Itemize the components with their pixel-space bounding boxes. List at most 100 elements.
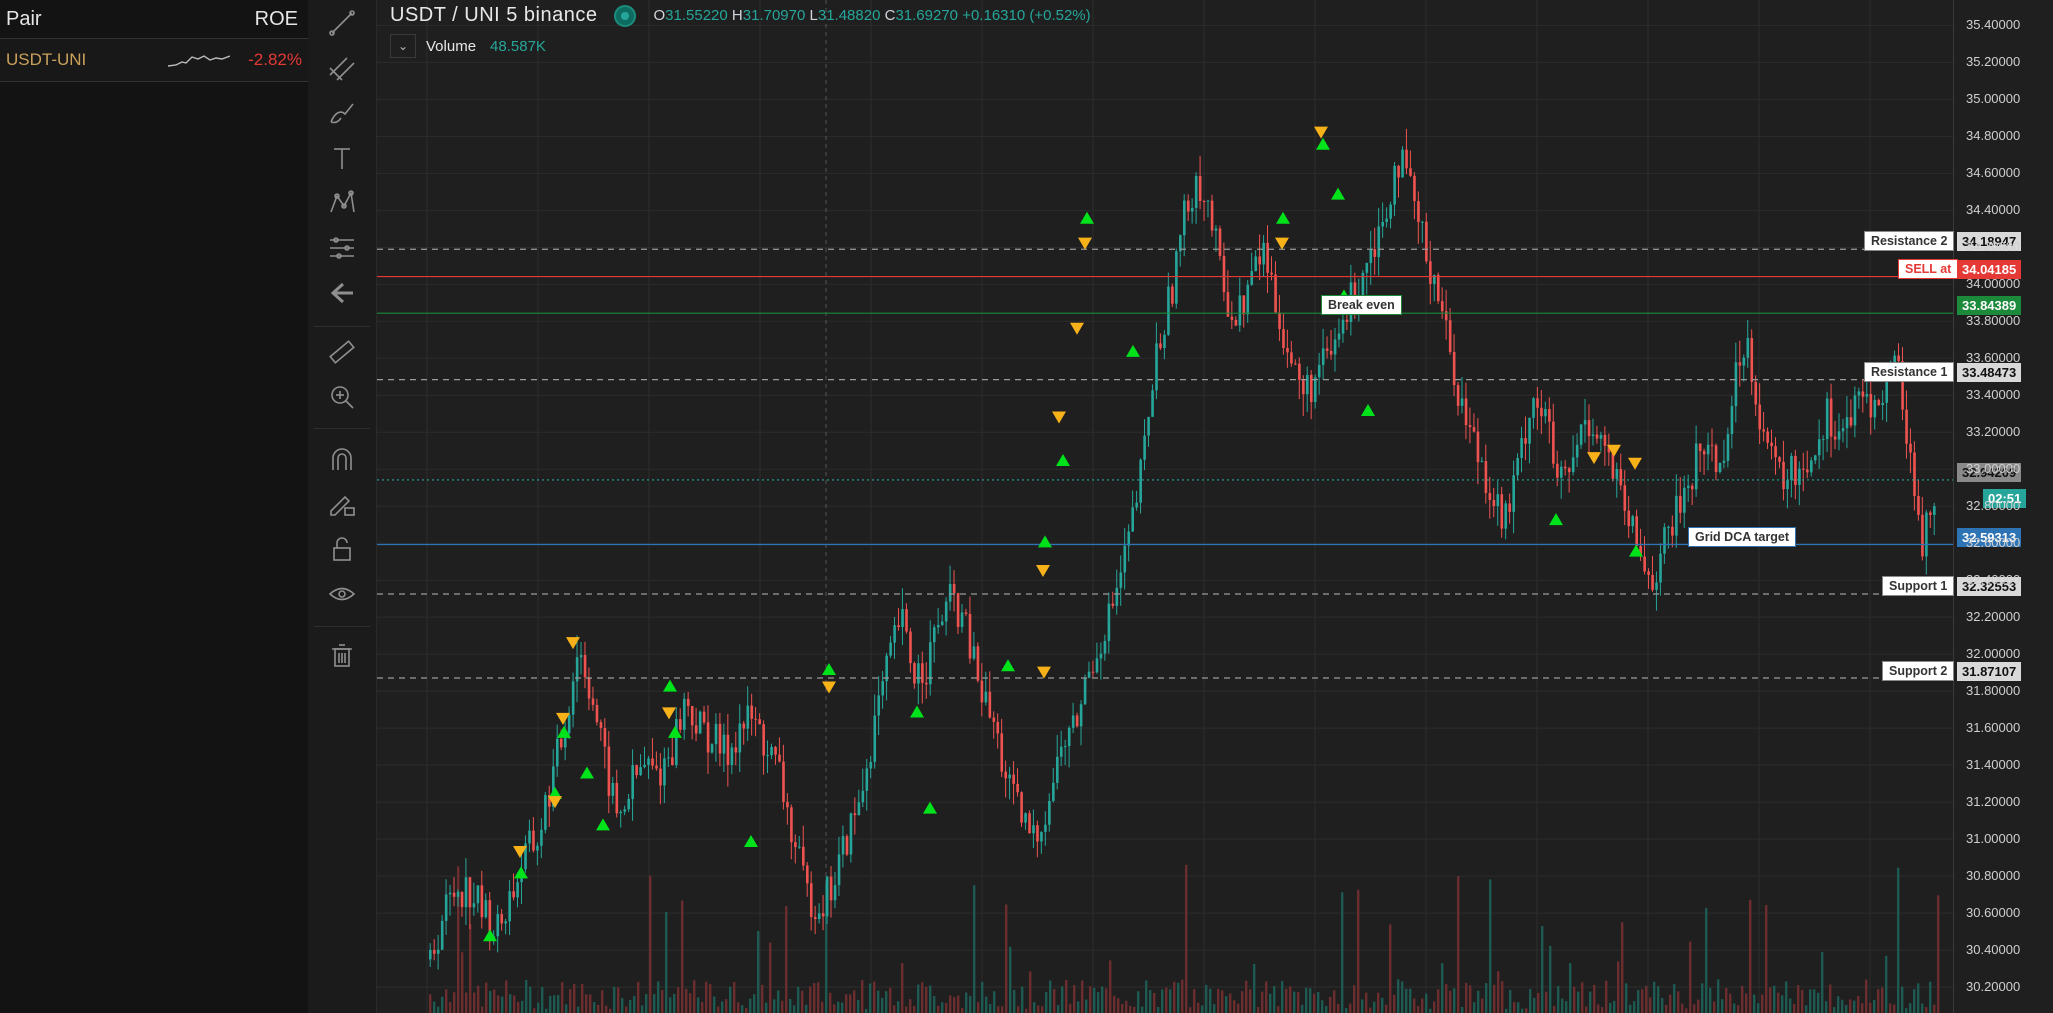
volume-bar bbox=[529, 986, 532, 1013]
collapse-chevron-icon[interactable]: ⌄ bbox=[390, 34, 416, 58]
volume-bar bbox=[717, 1006, 720, 1013]
volume-bar bbox=[1369, 1007, 1372, 1013]
back-arrow-icon[interactable] bbox=[322, 273, 362, 313]
pair-row[interactable]: USDT-UNI -2.82% bbox=[0, 38, 308, 82]
roe-column-header[interactable]: ROE bbox=[255, 8, 298, 31]
candle-body bbox=[1845, 417, 1849, 429]
price-tick: 31.40000 bbox=[1966, 757, 2021, 773]
volume-bar bbox=[1153, 993, 1156, 1013]
candle-body bbox=[635, 765, 638, 776]
candle-body bbox=[1369, 249, 1373, 264]
resistance2-tag[interactable]: Resistance 2 bbox=[1864, 231, 1955, 251]
break-even-tag[interactable]: Break even bbox=[1321, 295, 1402, 315]
volume-bar bbox=[753, 994, 756, 1013]
grid-dca-tag[interactable]: Grid DCA target bbox=[1688, 527, 1796, 547]
volume-bar bbox=[1445, 984, 1448, 1013]
candle-body bbox=[1091, 671, 1095, 673]
brush-icon[interactable] bbox=[322, 93, 362, 133]
volume-bar bbox=[533, 1008, 536, 1013]
text-icon[interactable] bbox=[322, 138, 362, 178]
candle-body bbox=[1095, 658, 1099, 673]
lock-drawing-icon[interactable] bbox=[322, 484, 362, 524]
volume-bar bbox=[1753, 994, 1756, 1013]
pattern-icon[interactable] bbox=[322, 183, 362, 223]
eye-icon[interactable] bbox=[322, 574, 362, 614]
volume-bar bbox=[1817, 992, 1820, 1013]
price-tick: 31.00000 bbox=[1966, 831, 2021, 847]
candle-body bbox=[813, 916, 817, 920]
volume-bar bbox=[1921, 1003, 1924, 1013]
pair-column-header[interactable]: Pair bbox=[6, 8, 42, 31]
volume-bar bbox=[1553, 1005, 1556, 1013]
volume-bar bbox=[837, 1001, 840, 1013]
candle-body bbox=[1631, 516, 1635, 527]
volume-bar bbox=[1105, 988, 1108, 1013]
volume-bar bbox=[1185, 864, 1188, 1013]
candle-body bbox=[512, 891, 515, 898]
volume-bar bbox=[1901, 986, 1904, 1013]
volume-bar bbox=[1829, 984, 1832, 1013]
candle-body bbox=[921, 663, 924, 683]
zoom-in-icon[interactable] bbox=[322, 377, 362, 417]
candle-body bbox=[1163, 334, 1166, 349]
volume-bar bbox=[909, 999, 912, 1013]
volume-bar bbox=[1201, 1005, 1204, 1013]
volume-bar bbox=[709, 984, 712, 1013]
candle-body bbox=[1266, 242, 1269, 273]
volume-bar bbox=[1717, 979, 1720, 1013]
volume-bar bbox=[1225, 996, 1228, 1013]
candle-body bbox=[536, 845, 539, 851]
symbol-title[interactable]: USDT / UNI 5 binance bbox=[390, 4, 598, 27]
volume-bar bbox=[433, 1001, 436, 1013]
candle-body bbox=[1849, 417, 1853, 426]
volume-bar bbox=[589, 994, 592, 1013]
volume-bar bbox=[1009, 946, 1012, 1013]
volume-bar bbox=[1937, 895, 1940, 1013]
volume-bar bbox=[1785, 981, 1788, 1013]
volume-bar bbox=[897, 1001, 900, 1013]
candle-body bbox=[897, 625, 900, 628]
price-chart[interactable] bbox=[377, 0, 1953, 1013]
resistance1-tag[interactable]: Resistance 1 bbox=[1864, 362, 1955, 382]
parallel-lines-icon[interactable] bbox=[322, 48, 362, 88]
volume-bar bbox=[545, 1008, 548, 1013]
volume-bar bbox=[577, 1006, 580, 1013]
sell-tag[interactable]: SELL at bbox=[1898, 259, 1959, 279]
support1-tag[interactable]: Support 1 bbox=[1882, 576, 1955, 596]
volume-bar bbox=[949, 995, 952, 1013]
volume-bar bbox=[1781, 995, 1784, 1013]
trash-icon[interactable] bbox=[322, 635, 362, 675]
volume-bar bbox=[1573, 986, 1576, 1013]
candle-body bbox=[1806, 469, 1809, 473]
price-tick: 34.60000 bbox=[1966, 165, 2021, 181]
candle-body bbox=[1643, 556, 1646, 572]
volume-bar bbox=[865, 1008, 868, 1013]
volume-bar bbox=[1677, 991, 1680, 1013]
volume-bar bbox=[1545, 991, 1548, 1013]
trend-line-icon[interactable] bbox=[322, 3, 362, 43]
candle-body bbox=[1690, 485, 1694, 490]
volume-bar bbox=[1097, 992, 1100, 1013]
volume-bar bbox=[881, 997, 884, 1013]
volume-bar bbox=[1301, 1004, 1304, 1013]
price-tick: 30.40000 bbox=[1966, 942, 2021, 958]
magnet-icon[interactable] bbox=[322, 439, 362, 479]
price-tick: 30.20000 bbox=[1966, 979, 2021, 995]
candle-body bbox=[845, 836, 849, 855]
volume-bar bbox=[1313, 993, 1316, 1013]
ruler-icon[interactable] bbox=[322, 332, 362, 372]
volume-bar bbox=[1437, 989, 1440, 1013]
candle-body bbox=[690, 706, 694, 726]
candle-body bbox=[1810, 460, 1813, 473]
volume-bar bbox=[1173, 981, 1176, 1013]
volume-bar bbox=[1565, 1001, 1568, 1013]
candle-body bbox=[726, 734, 730, 765]
candle-body bbox=[1373, 249, 1377, 257]
support2-tag[interactable]: Support 2 bbox=[1882, 661, 1955, 681]
candle-body bbox=[429, 949, 432, 960]
volume-bar bbox=[1413, 998, 1416, 1013]
volume-bar bbox=[737, 1002, 740, 1013]
unlock-icon[interactable] bbox=[322, 529, 362, 569]
measure-lines-icon[interactable] bbox=[322, 228, 362, 268]
volume-bar bbox=[1861, 1003, 1864, 1013]
